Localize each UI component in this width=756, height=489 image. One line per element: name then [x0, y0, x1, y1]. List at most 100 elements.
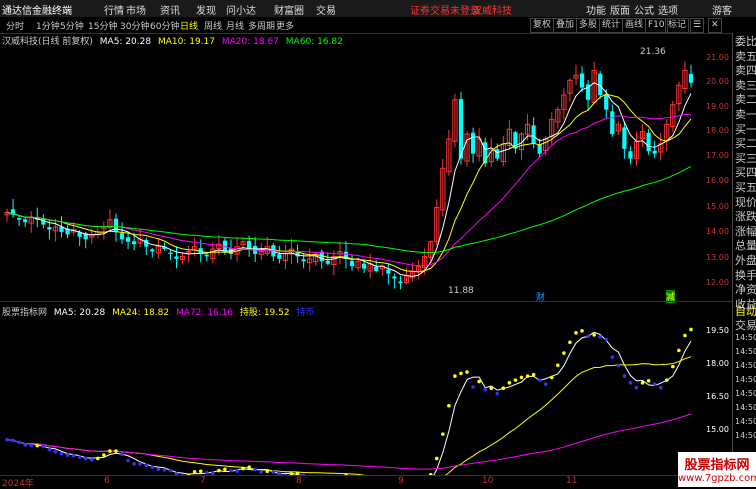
side-item: 买五	[735, 179, 756, 195]
candle-body	[459, 99, 463, 158]
date-label: 6	[104, 476, 110, 486]
price-tick: 20.00	[706, 77, 729, 86]
side-item: 卖四	[735, 62, 756, 78]
price-tick: 16.00	[706, 176, 729, 185]
stats-button[interactable]: 统计	[599, 18, 623, 33]
candle-body	[531, 125, 535, 144]
period-multi[interactable]: 多周期	[248, 19, 275, 32]
quote-side-panel: 委比卖五卖四卖三卖二卖一买一买二买三买四买五现价涨跌涨幅总量外盘换手净资收益自动…	[732, 33, 756, 483]
cash-dot	[544, 382, 548, 386]
price-tick: 21.00	[706, 53, 729, 62]
cash-dot	[66, 453, 70, 457]
price-tick: 18.00	[706, 126, 729, 135]
mark-button[interactable]: 标记	[665, 18, 689, 33]
hold-dot	[96, 457, 100, 461]
hold-dot	[520, 376, 524, 380]
indicator-tick: 18.00	[706, 359, 729, 368]
indicator-chart[interactable]	[0, 318, 702, 476]
watermark-url: www.7gpzb.com	[678, 473, 756, 484]
sub-ma5-label: MA5: 20.28	[54, 308, 105, 318]
cash-dot	[23, 443, 27, 447]
menu-news[interactable]: 资讯	[160, 2, 180, 17]
adjust-button[interactable]: 复权	[530, 18, 554, 33]
hold-dot	[641, 381, 645, 385]
menu-discover[interactable]: 发现	[196, 2, 216, 17]
side-item: 买四	[735, 164, 756, 180]
login-notice[interactable]: 证券交易未登录	[410, 2, 480, 17]
menu-function[interactable]: 功能	[586, 2, 606, 17]
hold-dot	[580, 329, 584, 333]
price-tick: 17.00	[706, 151, 729, 160]
candle-body	[205, 255, 209, 257]
cash-dot	[598, 335, 602, 339]
hold-dot	[508, 381, 512, 385]
menu-ask[interactable]: 问小达	[226, 2, 256, 17]
period-15min[interactable]: 15分钟	[88, 19, 117, 32]
menu-options[interactable]: 选项	[658, 2, 678, 17]
draw-button[interactable]: 画线	[622, 18, 646, 33]
menu-icon[interactable]: ☰	[690, 18, 704, 33]
period-30min[interactable]: 30分钟	[120, 19, 149, 32]
period-1min[interactable]: 1分钟	[36, 19, 60, 32]
menu-wealth[interactable]: 财富圈	[274, 2, 304, 17]
cash-dot	[29, 444, 33, 448]
cash-dot	[42, 444, 46, 448]
hold-dot	[114, 449, 118, 453]
period-60min[interactable]: 60分钟	[150, 19, 179, 32]
candle-body	[538, 144, 542, 153]
menu-formula[interactable]: 公式	[634, 2, 654, 17]
candle-body	[622, 127, 626, 148]
hold-dot	[223, 467, 227, 471]
side-time: 14:50	[735, 361, 756, 370]
period-5min[interactable]: 5分钟	[60, 19, 84, 32]
candle-body	[392, 277, 396, 279]
side-item: 买三	[735, 150, 756, 166]
side-item: 净资	[735, 281, 756, 297]
period-day[interactable]: 日线	[180, 19, 198, 32]
cash-dot	[84, 457, 88, 461]
hold-dot	[102, 453, 106, 457]
watermark-name: 股票指标网	[678, 452, 756, 473]
hold-dot	[550, 376, 554, 380]
cash-dot	[623, 374, 627, 378]
cash-dot	[90, 458, 94, 462]
sub-ma24-label: MA24: 18.82	[112, 308, 169, 318]
high-price-label: 21.36	[640, 47, 666, 57]
hold-dot	[592, 333, 596, 337]
period-more[interactable]: 更多	[276, 19, 294, 32]
candlestick-chart[interactable]	[0, 46, 702, 298]
overlay-button[interactable]: 叠加	[553, 18, 577, 33]
candle-body	[628, 151, 632, 158]
candle-body	[689, 74, 693, 83]
candle-body	[580, 74, 584, 88]
hold-dot	[453, 374, 457, 378]
candle-body	[114, 219, 118, 232]
hold-dot	[199, 469, 203, 473]
period-tick[interactable]: 分时	[6, 19, 24, 32]
price-tick: 12.00	[706, 278, 729, 287]
guest-label[interactable]: 游客	[712, 2, 732, 17]
cash-dot	[483, 388, 487, 392]
menu-market[interactable]: 市场	[126, 2, 146, 17]
menu-quote[interactable]: 行情	[104, 2, 124, 17]
date-label: 2024年	[2, 476, 34, 489]
indicator-tick: 19.50	[706, 326, 729, 335]
hold-dot	[265, 469, 269, 473]
multi-stock-button[interactable]: 多股	[576, 18, 600, 33]
side-item: 卖一	[735, 106, 756, 122]
cash-dot	[653, 382, 657, 386]
ma5-line	[7, 83, 691, 277]
menu-trade[interactable]: 交易	[316, 2, 336, 17]
candle-body	[610, 111, 614, 134]
cash-label: 持币	[296, 308, 314, 318]
period-week[interactable]: 周线	[204, 19, 222, 32]
candle-body	[471, 133, 475, 154]
hold-dot	[677, 349, 681, 353]
cash-dot	[17, 440, 21, 444]
menu-layout[interactable]: 版面	[610, 2, 630, 17]
hold-dot	[665, 378, 669, 382]
close-icon[interactable]: ✕	[708, 18, 722, 33]
period-month[interactable]: 月线	[226, 19, 244, 32]
cash-dot	[253, 467, 257, 471]
hold-dot	[193, 470, 197, 474]
